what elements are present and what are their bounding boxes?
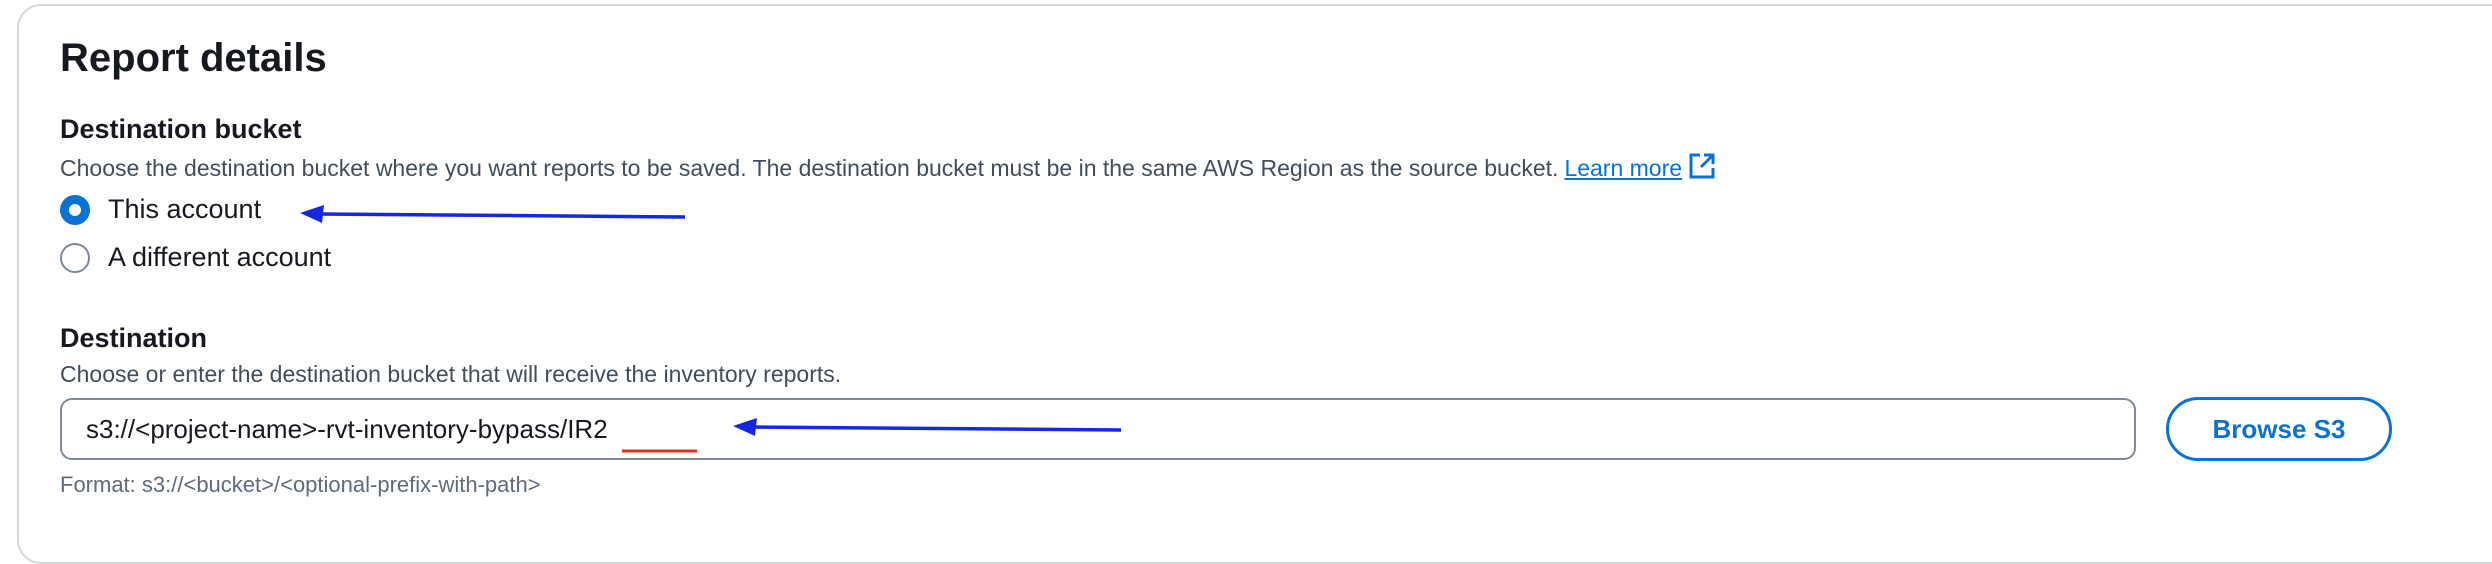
annotation-overlay	[300, 205, 1122, 453]
arrow-destination-input	[733, 418, 1122, 436]
arrow-this-account	[300, 205, 686, 223]
